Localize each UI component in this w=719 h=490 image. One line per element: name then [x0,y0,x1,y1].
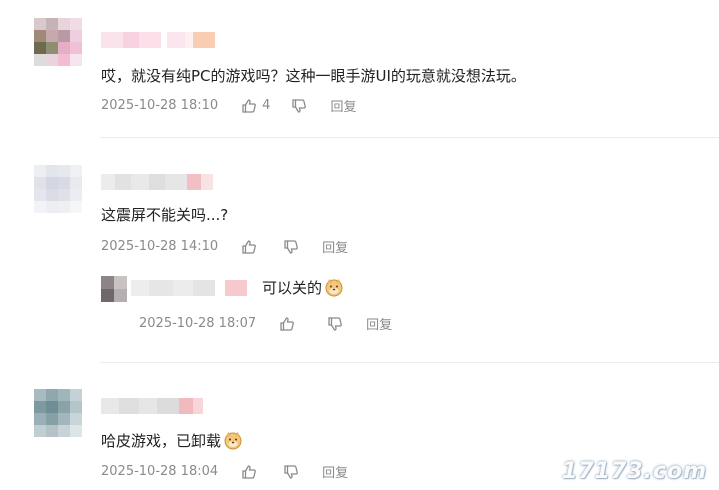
comment-time: 2025-10-28 18:04 [101,464,219,479]
doge-emoji-icon [224,432,242,450]
thumbs-up-icon[interactable] [240,238,258,256]
comment-meta: 2025-10-28 18:04 回复 [101,462,348,481]
comment-time: 2025-10-28 14:10 [101,239,219,254]
thumbs-down-icon[interactable] [282,463,300,481]
comment-meta: 2025-10-28 14:10 回复 [101,237,348,256]
comment-text-content: 哈皮游戏，已卸载 [101,432,222,450]
thumbs-down-icon[interactable] [326,315,344,333]
thumbs-up-icon[interactable] [240,97,258,115]
reply-text-content: 可以关的 [262,279,323,297]
username[interactable] [101,174,213,190]
username[interactable] [101,398,203,414]
doge-emoji-icon [325,279,343,297]
reply-time: 2025-10-28 18:07 [139,316,257,331]
comment-text: 哎，就没有纯PC的游戏吗？这种一眼手游UI的玩意就没想法玩。 [101,67,526,85]
comment-text: 哈皮游戏，已卸载 [101,430,243,451]
site-watermark: 17173.com [562,459,707,484]
like-count: 4 [262,98,271,113]
avatar[interactable] [101,276,127,302]
thumbs-up-icon[interactable] [240,463,258,481]
reply-button[interactable]: 回复 [330,96,356,115]
username[interactable] [101,32,215,48]
reply-meta: 2025-10-28 18:07 回复 [139,314,392,333]
divider [100,137,719,138]
thumbs-down-icon[interactable] [282,238,300,256]
username[interactable] [131,280,247,296]
thumbs-down-icon[interactable] [290,97,308,115]
reply-button[interactable]: 回复 [366,314,392,333]
avatar[interactable] [34,165,82,213]
avatar[interactable] [34,18,82,66]
comment-text: 这震屏不能关吗...? [101,206,229,224]
avatar[interactable] [34,389,82,437]
comment-time: 2025-10-28 18:10 [101,98,219,113]
divider [100,362,719,363]
comment-meta: 2025-10-28 18:10 4 回复 [101,96,356,115]
thumbs-up-icon[interactable] [278,315,296,333]
reply-text: 可以关的 [262,277,344,298]
reply-button[interactable]: 回复 [322,462,348,481]
reply-button[interactable]: 回复 [322,237,348,256]
